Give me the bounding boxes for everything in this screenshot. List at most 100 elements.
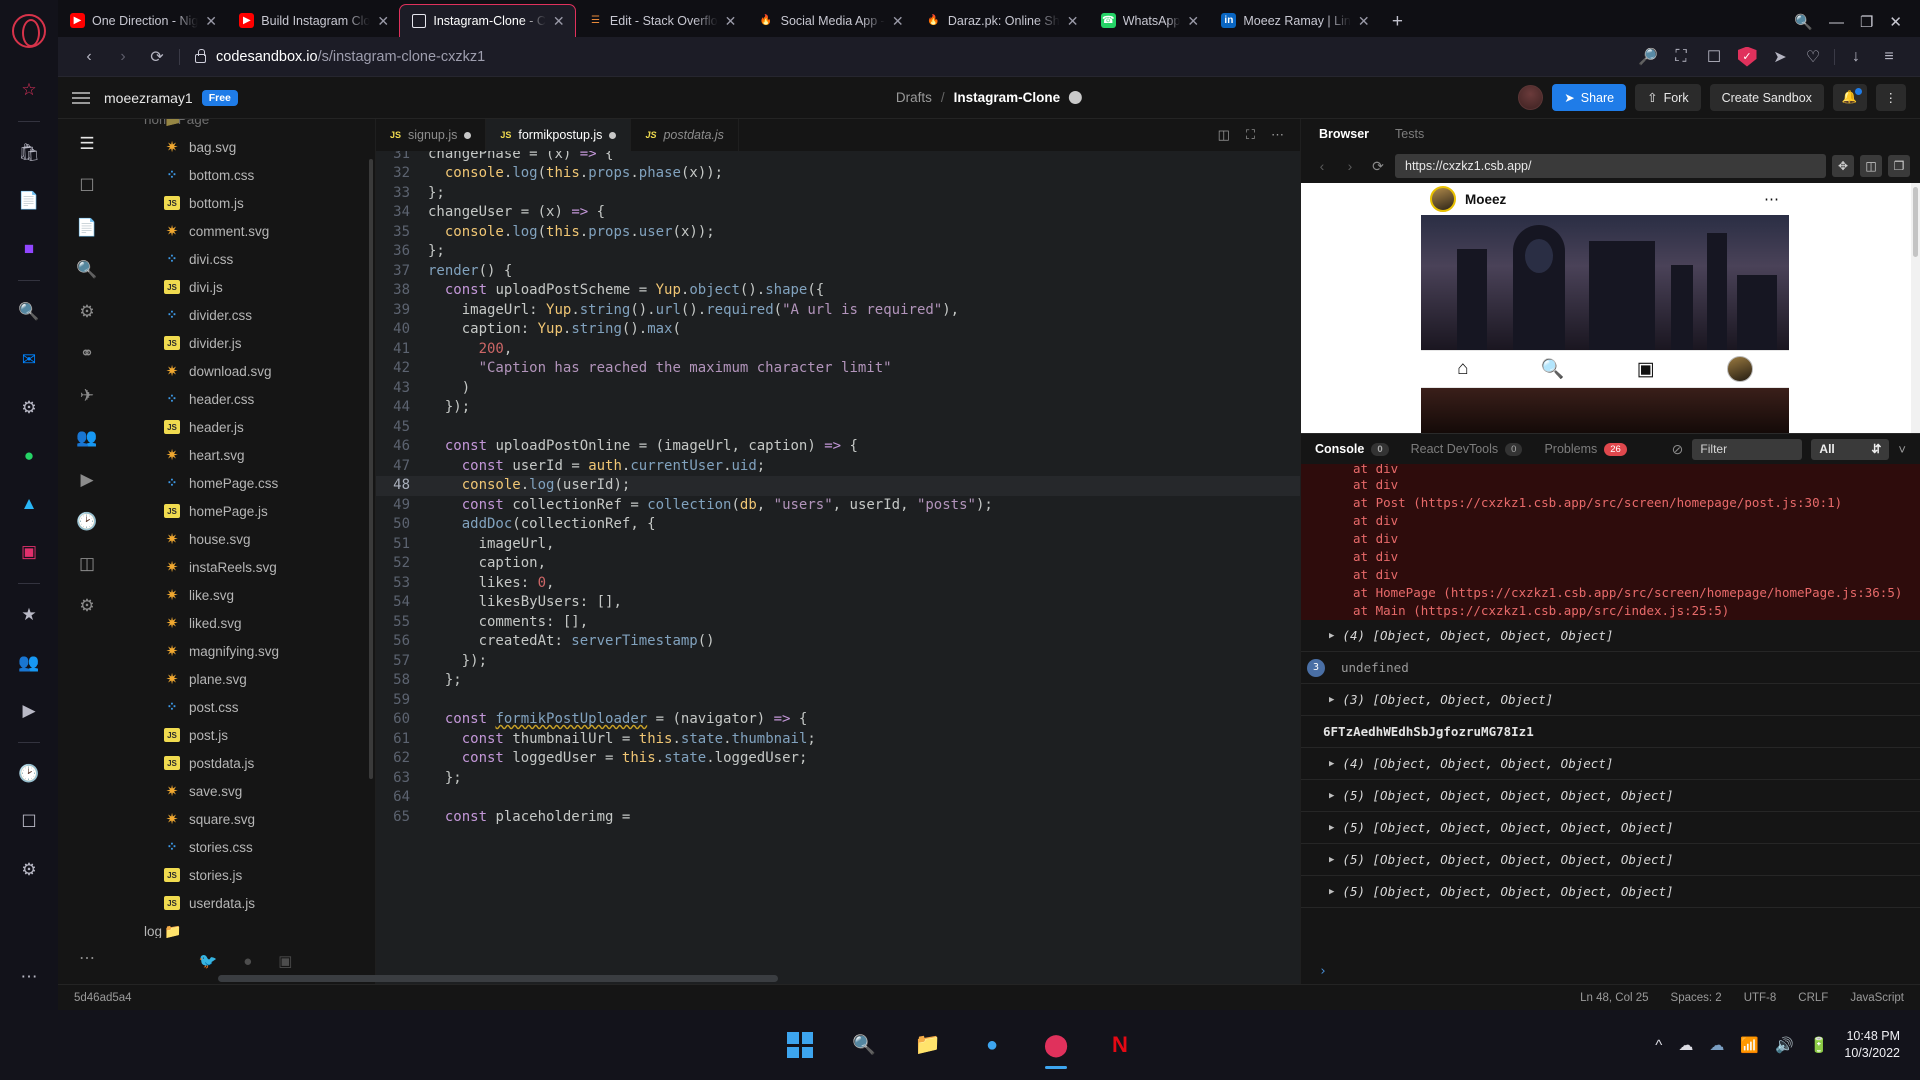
clock-icon[interactable]: 🕑 xyxy=(74,509,100,535)
expand-arrow-icon[interactable]: ▶ xyxy=(1329,695,1334,705)
deploy-rocket-icon[interactable]: ✈ xyxy=(74,383,100,409)
history-clock-icon[interactable]: 🕑 xyxy=(12,757,46,791)
file-item[interactable]: ✷ comment.svg xyxy=(116,217,375,245)
split-editor-icon[interactable]: ◫ xyxy=(1218,127,1230,143)
file-item[interactable]: JS postdata.js xyxy=(116,749,375,777)
editor-horizontal-scrollbar[interactable] xyxy=(218,975,778,982)
tab-browser[interactable]: Browser xyxy=(1319,127,1369,141)
console-row[interactable]: 6FTzAedhWEdhSbJgfozruMG78Iz1 xyxy=(1301,716,1920,748)
file-item[interactable]: JS divi.js xyxy=(116,273,375,301)
file-item[interactable]: JS post.js xyxy=(116,721,375,749)
search-icon[interactable]: 🔍 xyxy=(843,1024,885,1066)
camera-icon[interactable]: ☐ xyxy=(1699,42,1729,72)
send-icon[interactable]: ➤ xyxy=(1765,42,1795,72)
search-icon[interactable]: 🔍 xyxy=(12,295,46,329)
whatsapp-icon[interactable]: ● xyxy=(12,439,46,473)
settings-icon[interactable]: ⚙ xyxy=(74,299,100,325)
file-item[interactable]: ✷ plane.svg xyxy=(116,665,375,693)
cursor-position[interactable]: Ln 48, Col 25 xyxy=(1580,992,1648,1004)
file-item[interactable]: ⁘ post.css xyxy=(116,693,375,721)
console-row[interactable]: ▶ (5) [Object, Object, Object, Object, Ob… xyxy=(1301,844,1920,876)
console-row[interactable]: ▶ (5) [Object, Object, Object, Object, Ob… xyxy=(1301,812,1920,844)
preview-iframe[interactable]: Moeez ⋯ ⌂ 🔍 ▣ xyxy=(1301,183,1920,433)
chevron-up-icon[interactable]: ^ xyxy=(1655,1037,1662,1054)
volume-icon[interactable]: 🔊 xyxy=(1775,1036,1794,1054)
opera-logo-icon[interactable] xyxy=(12,14,46,48)
editor-more-icon[interactable]: ⋯ xyxy=(1271,127,1284,143)
people-icon[interactable]: 👥 xyxy=(12,646,46,680)
preview-scrollbar-thumb[interactable] xyxy=(1913,187,1918,257)
file-item[interactable]: JS header.js xyxy=(116,413,375,441)
file-item[interactable]: 📁 log xyxy=(116,917,375,939)
console-output[interactable]: at div at div at Post (https://cxzkz1.csb.… xyxy=(1301,464,1920,958)
popout-icon[interactable]: ❐ xyxy=(1888,155,1910,177)
file-explorer-icon[interactable]: 📁 xyxy=(907,1024,949,1066)
file-item[interactable]: ⁘ homePage.css xyxy=(116,469,375,497)
expand-arrow-icon[interactable]: ▶ xyxy=(1329,759,1334,769)
workspace-box-icon[interactable]: ☐ xyxy=(12,805,46,839)
console-level-select[interactable]: All ⇵ xyxy=(1811,438,1890,460)
tab-react-devtools[interactable]: React DevTools 0 xyxy=(1411,442,1523,456)
file-item[interactable]: ⁘ divider.css xyxy=(116,301,375,329)
reload-button[interactable]: ⟳ xyxy=(142,42,172,72)
clear-console-icon[interactable]: ⊘ xyxy=(1672,441,1684,458)
indentation[interactable]: Spaces: 2 xyxy=(1671,992,1722,1004)
play-icon[interactable]: ▶ xyxy=(74,467,100,493)
tab-close-icon[interactable]: ✕ xyxy=(725,14,739,28)
gamepad-icon[interactable]: ☆ xyxy=(12,73,46,107)
tab-tests[interactable]: Tests xyxy=(1395,127,1424,141)
post-more-dots-icon[interactable]: ⋯ xyxy=(1764,190,1780,208)
git-icon[interactable]: ⚭ xyxy=(74,341,100,367)
tab-search-icon[interactable]: 🔍 xyxy=(1794,13,1813,31)
zoom-out-icon[interactable]: 🔎 xyxy=(1633,42,1663,72)
create-sandbox-button[interactable]: Create Sandbox xyxy=(1709,84,1824,111)
package-icon[interactable]: ◫ xyxy=(74,551,100,577)
tab-close-icon[interactable]: ✕ xyxy=(377,14,391,28)
file-item[interactable]: JS bottom.js xyxy=(116,189,375,217)
taskbar-clock[interactable]: 10:48 PM 10/3/2022 xyxy=(1844,1028,1900,1062)
console-row[interactable]: 3 undefined xyxy=(1301,652,1920,684)
console-row[interactable]: ▶ (4) [Object, Object, Object, Object] xyxy=(1301,620,1920,652)
avatar[interactable] xyxy=(1518,85,1544,110)
profile-avatar[interactable] xyxy=(1726,356,1753,382)
address-bar[interactable]: codesandbox.io/s/instagram-clone-cxzkz1 xyxy=(187,48,1629,65)
netflix-icon[interactable]: N xyxy=(1099,1024,1141,1066)
vpn-shield-icon[interactable]: ✓ xyxy=(1732,42,1762,72)
heart-icon[interactable]: ♡ xyxy=(1798,42,1828,72)
preview-back-icon[interactable]: ‹ xyxy=(1311,155,1333,177)
browser-tab-0[interactable]: ▶ One Direction - Nig ✕ xyxy=(58,4,227,37)
browser-tab-2-active[interactable]: Instagram-Clone - C ✕ xyxy=(399,4,576,37)
editor-tab-postdata[interactable]: JS postdata.js xyxy=(631,119,739,151)
notifications-button[interactable]: 🔔 xyxy=(1832,84,1867,111)
expand-arrow-icon[interactable]: ▶ xyxy=(1329,855,1334,865)
files-icon[interactable]: ☰ xyxy=(74,131,100,157)
tab-close-icon[interactable]: ✕ xyxy=(553,14,567,28)
player-icon[interactable]: ▶ xyxy=(12,694,46,728)
sidebar-more-icon[interactable]: ⋯ xyxy=(12,960,46,994)
settings-gear-icon[interactable]: ⚙ xyxy=(12,853,46,887)
file-item[interactable]: ✷ square.svg xyxy=(116,805,375,833)
tab-close-icon[interactable]: ✕ xyxy=(1067,14,1081,28)
more-menu-button[interactable]: ⋮ xyxy=(1875,84,1906,111)
console-filter-input[interactable]: Filter xyxy=(1692,438,1803,460)
console-input-prompt[interactable]: › xyxy=(1301,958,1920,984)
search-icon[interactable]: 🔍 xyxy=(1541,357,1565,381)
browser-tab-7[interactable]: in Moeez Ramay | Lin ✕ xyxy=(1209,4,1379,37)
tab-close-icon[interactable]: ✕ xyxy=(1358,14,1372,28)
tab-close-icon[interactable]: ✕ xyxy=(892,14,906,28)
windows-start-icon[interactable] xyxy=(779,1024,821,1066)
download-icon[interactable]: ↓ xyxy=(1841,42,1871,72)
tab-close-icon[interactable]: ✕ xyxy=(1187,14,1201,28)
reels-icon[interactable]: ▣ xyxy=(1637,358,1655,381)
file-item[interactable]: ✷ liked.svg xyxy=(116,609,375,637)
file-item[interactable]: ✷ magnifying.svg xyxy=(116,637,375,665)
opera-icon[interactable]: ⬤ xyxy=(1035,1024,1077,1069)
file-item[interactable]: ✷ heart.svg xyxy=(116,441,375,469)
forward-button[interactable]: › xyxy=(108,42,138,72)
tab-close-icon[interactable]: ✕ xyxy=(205,14,219,28)
breadcrumb-drafts[interactable]: Drafts xyxy=(896,90,932,105)
username-label[interactable]: moeezramay1 xyxy=(104,90,193,106)
expand-arrow-icon[interactable]: ▶ xyxy=(1329,631,1334,641)
shopping-bag-icon[interactable]: 🛍 xyxy=(12,136,46,170)
browser-tab-6[interactable]: ☎ WhatsApp ✕ xyxy=(1089,4,1210,37)
